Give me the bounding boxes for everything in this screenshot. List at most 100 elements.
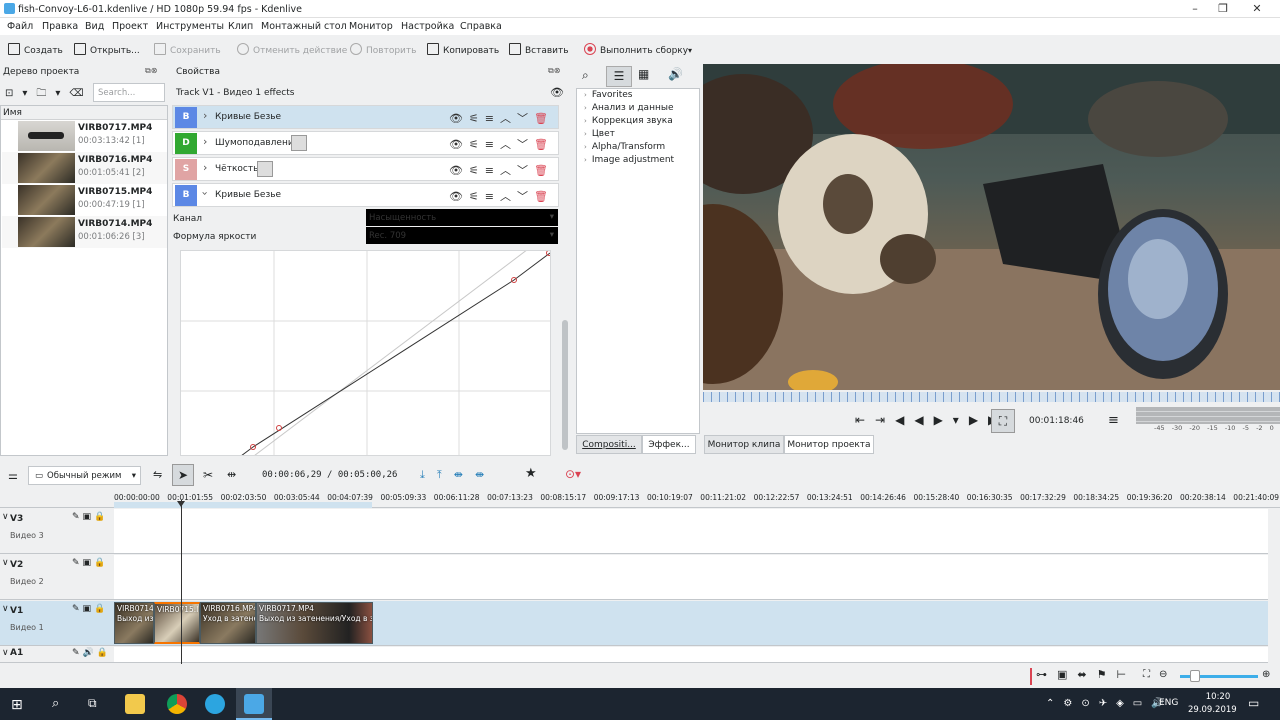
notifications-icon[interactable]: ▭ [1248, 696, 1259, 710]
track-controls-icons[interactable]: ✎🔊🔒 [72, 648, 111, 658]
collapse-icon[interactable]: ∨ [2, 558, 9, 568]
effect-category[interactable]: › Цвет [584, 129, 615, 139]
expand-icon[interactable]: › [203, 135, 207, 148]
search-icon[interactable]: ⌕ [582, 68, 589, 83]
maximize-button[interactable]: ❐ [1206, 0, 1240, 18]
track-header-a1[interactable]: ∨ A1 ✎🔊🔒 [0, 647, 114, 663]
close-button[interactable]: ✕ [1240, 0, 1274, 18]
insert-overwrite-icons[interactable]: ⤓⤒⇼⇼ [420, 468, 496, 482]
search-icon[interactable]: ⌕ [52, 696, 59, 711]
render-dropdown-button[interactable]: ▾ [688, 42, 692, 60]
monitor-ruler[interactable] [703, 392, 1280, 402]
task-view-icon[interactable]: ⧉ [88, 696, 97, 711]
tab-clip-monitor[interactable]: Монитор клипа [704, 435, 784, 454]
delete-icon[interactable]: 🗑 [534, 112, 554, 125]
create-button[interactable]: Создать [8, 42, 63, 60]
menu-view[interactable]: Вид [85, 21, 104, 32]
zoom-in-icon[interactable]: ⊕ [1262, 669, 1270, 680]
bin-clip-item[interactable]: VIRB0715.MP4 00:00:47:19 [1] [2, 184, 167, 216]
bin-search-input[interactable]: Search... [93, 83, 165, 102]
expand-icon[interactable]: › [203, 109, 207, 122]
delete-icon[interactable]: 🗑 [534, 164, 554, 177]
menu-help[interactable]: Справка [460, 21, 502, 32]
video-effects-icon[interactable]: ▦ [638, 67, 649, 81]
monitor-transport-controls[interactable]: ⇤⇥◀◀▶▾▶▶ [855, 413, 1007, 427]
eye-icon[interactable]: 👁 [550, 86, 564, 99]
monitor-timecode[interactable]: 00:01:18:46 [1029, 416, 1084, 426]
zone-bar[interactable] [114, 502, 372, 508]
track-header-v2[interactable]: ∨ V2 Видео 2 ✎▣🔒 [0, 555, 114, 600]
timeline-clip[interactable]: VIRB0717.MP4 Выход из затенения/Уход в з [256, 602, 373, 644]
redo-button[interactable]: Повторить [350, 42, 416, 60]
kdenlive-taskbar-button[interactable] [236, 688, 272, 720]
track-controls-icons[interactable]: ✎▣🔒 [72, 604, 108, 614]
clock-time[interactable]: 10:20 [1198, 692, 1238, 702]
menu-clip[interactable]: Клип [228, 21, 253, 32]
razor-tool-icon[interactable]: ✂ [203, 468, 213, 482]
menu-settings[interactable]: Настройка [401, 21, 454, 32]
playhead[interactable] [181, 500, 182, 664]
record-icon[interactable]: ⊙▾ [565, 467, 581, 481]
spacer-tool-icon[interactable]: ⇹ [227, 468, 236, 481]
channel-select[interactable]: Насыщенность ▾ [366, 209, 558, 226]
effect-category[interactable]: › Alpha/Transform [584, 142, 665, 152]
properties-scrollbar[interactable] [560, 110, 570, 456]
effect-category[interactable]: › Favorites [584, 90, 632, 100]
menu-project[interactable]: Проект [112, 21, 148, 32]
language-indicator[interactable]: ENG [1159, 698, 1178, 708]
video-frame[interactable] [703, 64, 1280, 390]
track-header-v3[interactable]: ∨ V3 Видео 3 ✎▣🔒 [0, 509, 114, 554]
track-lane-v3[interactable] [114, 509, 1268, 554]
luma-select[interactable]: Rec. 709 ▾ [366, 227, 558, 244]
bezier-curve-editor[interactable] [180, 250, 551, 456]
bin-column-header[interactable]: Имя [1, 106, 167, 120]
bin-clip-item[interactable]: VIRB0717.MP4 00:03:13:42 [1] [2, 120, 167, 152]
curve-graph[interactable] [181, 251, 551, 456]
audio-effects-icon[interactable]: 🔊 [668, 67, 683, 81]
menu-file[interactable]: Файл [7, 21, 33, 32]
track-header-v1[interactable]: ∨ V1 Видео 1 ✎▣🔒 [0, 601, 114, 646]
effect-category[interactable]: › Image adjustment [584, 155, 674, 165]
list-view-icon[interactable]: ☰ [606, 66, 632, 87]
timeline-clip[interactable]: VIRB0715.I [154, 602, 200, 644]
expand-icon[interactable]: › [203, 161, 207, 174]
clock-date[interactable]: 29.09.2019 [1188, 705, 1237, 715]
undo-button[interactable]: Отменить действие [237, 42, 347, 60]
timeline-ruler[interactable]: 00:00:00:00 00:01:01:55 00:02:03:50 00:03:0… [114, 490, 1280, 508]
chrome-icon[interactable] [167, 694, 187, 714]
zoom-controls-icons[interactable]: ⛶⊖ [1143, 669, 1176, 680]
system-tray-icons[interactable]: ⌃⚙⊙✈◈▭🔊 [1046, 698, 1173, 709]
collapse-icon[interactable]: ∨ [2, 648, 9, 658]
effect-actions[interactable]: 👁⚟≡︿﹀🗑 [449, 162, 554, 178]
collapse-icon[interactable]: ∨ [2, 604, 9, 614]
effect-row[interactable]: B › Кривые Безье 👁⚟≡︿﹀🗑 [172, 105, 559, 129]
windows-start-icon[interactable]: ⊞ [11, 697, 23, 713]
timeline-clip[interactable]: VIRB0716.MP4Уход в затенен [200, 602, 256, 644]
telegram-icon[interactable] [205, 694, 225, 714]
save-button[interactable]: Сохранить [154, 42, 221, 60]
menu-monitor[interactable]: Монитор [349, 21, 393, 32]
effect-actions[interactable]: 👁⚟≡︿﹀🗑 [449, 136, 554, 152]
file-explorer-icon[interactable] [125, 694, 145, 714]
delete-icon[interactable]: 🗑 [534, 138, 554, 151]
render-button[interactable]: Выполнить сборку [584, 42, 688, 60]
playhead-handle[interactable] [177, 501, 185, 507]
favorite-star-icon[interactable]: ★ [525, 466, 537, 481]
bin-clip-item[interactable]: VIRB0714.MP4 00:01:06:26 [3] [2, 216, 167, 248]
delete-icon[interactable]: 🗑 [534, 190, 554, 203]
track-lane-a1[interactable] [114, 647, 1268, 663]
effect-row[interactable]: B › Кривые Безье 👁⚟≡︿﹀🗑 [172, 183, 559, 207]
zoom-slider-handle[interactable] [1190, 670, 1200, 682]
collapse-icon[interactable]: ∨ [2, 512, 9, 522]
fullscreen-icon[interactable]: ⛶ [991, 409, 1015, 433]
open-button[interactable]: Открыть... [74, 42, 140, 60]
panel-float-icon[interactable]: ⧉⊗ [548, 66, 560, 76]
monitor-menu-icon[interactable]: ≡ [1108, 413, 1119, 428]
effect-category[interactable]: › Коррекция звука [584, 116, 673, 126]
copy-button[interactable]: Копировать [427, 42, 499, 60]
menu-edit[interactable]: Правка [42, 21, 78, 32]
effect-actions[interactable]: 👁⚟≡︿﹀🗑 [449, 188, 554, 204]
track-settings-icon[interactable]: ⚌ [8, 469, 18, 482]
effect-actions[interactable]: 👁⚟≡︿﹀🗑 [449, 110, 554, 126]
tab-compositions[interactable]: Compositi... [576, 435, 642, 454]
